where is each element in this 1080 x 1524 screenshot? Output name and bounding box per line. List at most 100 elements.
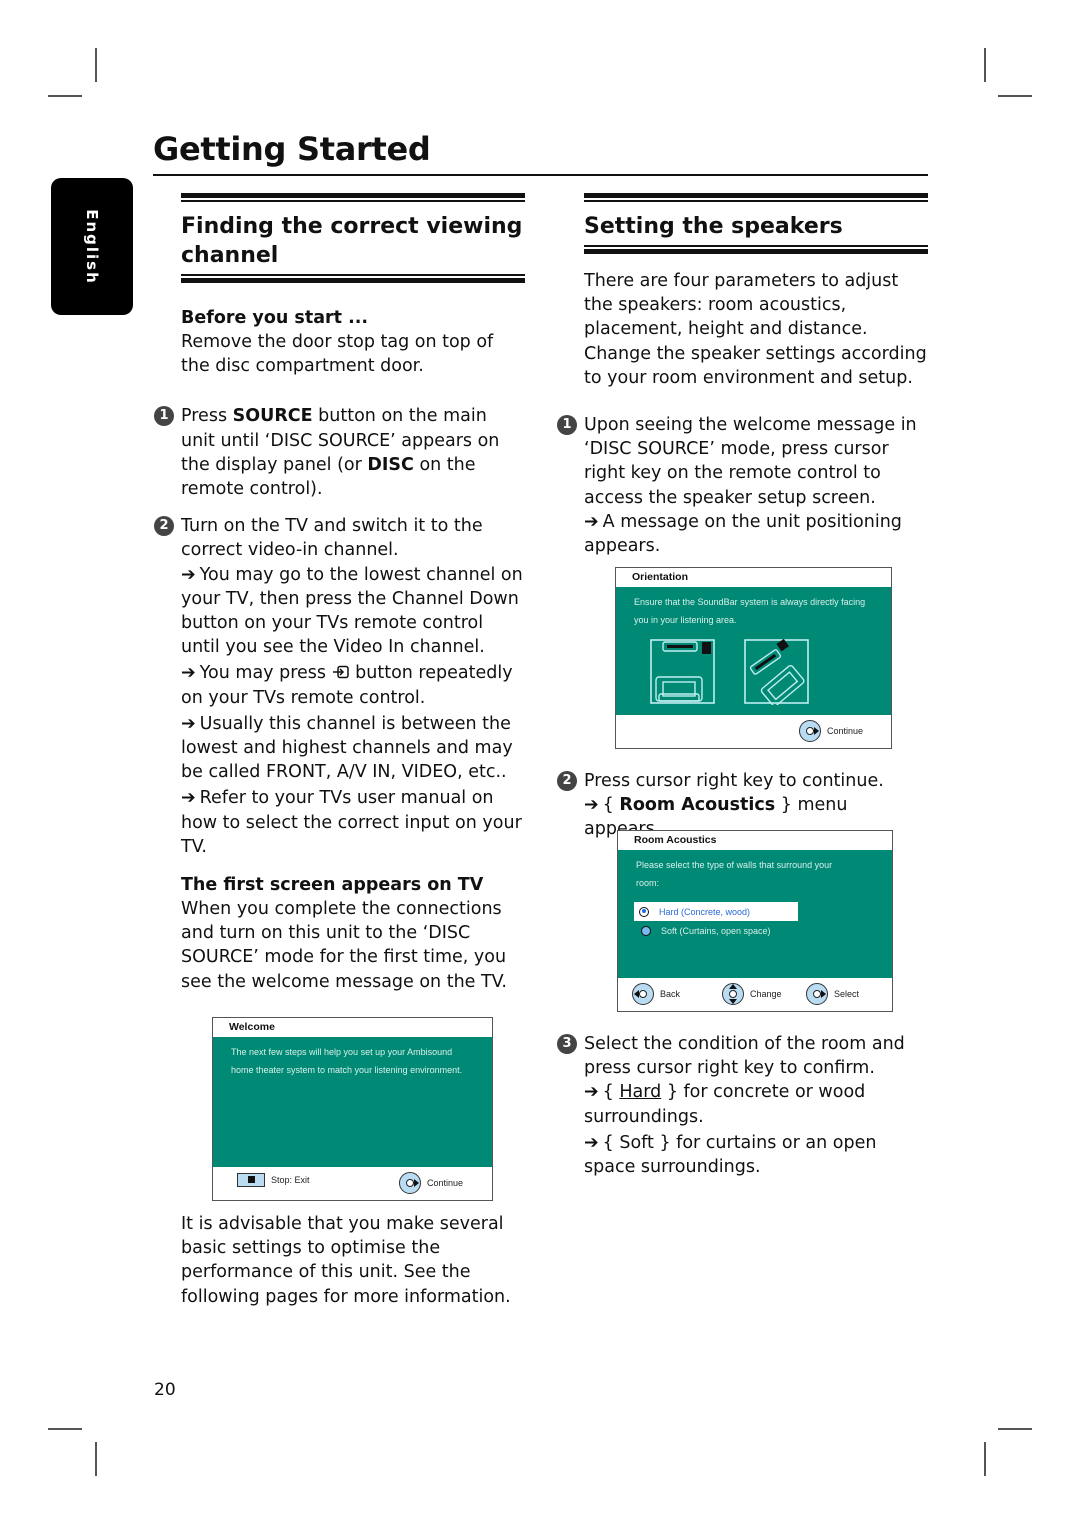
continue-label: Continue [827,726,864,736]
arrow-icon: ➔ [584,511,599,532]
step-number: 3 [557,1034,577,1054]
section-header: Setting the speakers [584,193,928,254]
option-soft[interactable]: Soft (Curtains, open space) [636,921,874,940]
default-option: Hard [619,1082,662,1103]
result-text: A message on the unit positioning appear… [584,511,902,557]
crop-mark [998,1428,1032,1430]
screen-body: Ensure that the SoundBar system is alway… [616,587,891,715]
step-number: 2 [154,516,174,537]
result-text: Refer to your TVs user manual on how to … [181,788,522,857]
arrow-icon: ➔ [584,795,599,816]
step-text: Turn on the TV and switch it to the corr… [181,516,483,561]
stop-exit-button[interactable]: Stop: Exit [237,1173,310,1187]
result-text: { Soft } for curtains or an open space s… [584,1132,877,1178]
divider [181,193,525,198]
result-item: ➔ You may go to the lowest channel on you… [181,563,525,660]
before-start-heading: Before you start ... [181,308,369,328]
back-button[interactable]: Back [632,983,680,1005]
step-text: Upon seeing the welcome message in ‘DISC… [584,415,917,508]
crop-mark [998,95,1032,97]
crop-mark [48,95,82,97]
change-button[interactable]: Change [722,983,782,1005]
option-hard[interactable]: Hard (Concrete, wood) [634,902,798,921]
select-button[interactable]: Select [806,983,859,1005]
section-title: Setting the speakers [584,214,843,239]
screen-title: Orientation [632,571,689,583]
before-start-text: Remove the door stop tag on top of the d… [181,332,494,377]
result-item: ➔ Refer to your TVs user manual on how to… [181,786,525,859]
continue-button[interactable]: Continue [399,1172,463,1194]
crop-mark [984,48,986,82]
step-number: 1 [557,415,577,436]
screen-title: Welcome [229,1021,275,1033]
dpad-right-icon [799,720,821,742]
first-screen-text: When you complete the connections and tu… [181,899,507,992]
step-1: 1 Upon seeing the welcome message in ‘DI… [557,413,928,558]
result-item: ➔{ Hard } for concrete or wood surroundi… [584,1080,928,1128]
radio-unselected-icon [641,925,651,936]
divider [584,193,928,198]
result-item: ➔{ Soft } for curtains or an open space … [584,1131,928,1179]
section-header: Finding the correct viewing channel [181,193,525,283]
language-tab: English [51,178,133,315]
step-number: 2 [557,771,577,791]
first-screen-heading: The first screen appears on TV [181,875,484,896]
divider [181,278,525,283]
stop-exit-label: Stop: Exit [271,1175,310,1185]
result-text: { [602,1082,620,1103]
section-title: Finding the correct viewing channel [181,214,523,268]
options-list: Hard (Concrete, wood) Soft (Curtains, op… [634,902,874,940]
change-label: Change [750,989,782,999]
dpad-right-icon [399,1172,421,1194]
result-text: You may go to the lowest channel on your… [181,564,523,658]
crop-mark [48,1428,82,1430]
result-text: { [602,795,620,816]
continue-button[interactable]: Continue [799,720,863,742]
screen-body: Please select the type of walls that sur… [618,850,892,978]
screen-footer: Continue [616,715,891,749]
screen-title: Room Acoustics [634,834,717,846]
crop-mark [95,1442,97,1476]
crop-mark [984,1442,986,1476]
crop-mark [95,48,97,82]
result-text: Usually this channel is between the lowe… [181,713,513,783]
right-column: Setting the speakers There are four para… [557,193,928,558]
step-1: 1 Press SOURCE button on the main unit u… [154,404,525,501]
arrow-icon: ➔ [584,1082,599,1103]
arrow-icon: ➔ [181,564,196,585]
step-text: Press [181,406,233,427]
screen-footer: Stop: Exit Continue [213,1167,492,1201]
screen-body-text: Ensure that the SoundBar system is alway… [634,597,866,625]
divider [584,249,928,254]
title-divider [153,174,928,176]
divider [181,274,525,276]
step-number: 1 [154,406,174,427]
back-label: Back [660,989,681,999]
source-key: SOURCE [232,406,313,427]
menu-name: Room Acoustics [619,795,776,816]
radio-selected-icon [639,906,649,917]
page-number: 20 [154,1380,176,1400]
select-label: Select [834,989,860,999]
orientation-screen: Orientation Ensure that the SoundBar sys… [615,567,892,749]
dpad-updown-icon [722,983,744,1005]
closing-text: It is advisable that you make several ba… [181,1214,511,1307]
dpad-left-icon [632,983,654,1005]
arrow-icon: ➔ [181,663,196,684]
language-label: English [83,208,101,285]
arrow-icon: ➔ [181,713,196,734]
step-text: Press cursor right key to continue. [584,771,884,791]
result-text: You may press [199,663,332,684]
divider [584,245,928,247]
arrow-icon: ➔ [584,1132,599,1153]
page-title: Getting Started [153,130,431,168]
screen-footer: Back Change Select [618,978,892,1012]
intro-text: There are four parameters to adjust the … [584,271,927,388]
welcome-screen: Welcome The next few steps will help you… [212,1017,493,1201]
step-text: Select the condition of the room and pre… [584,1034,905,1079]
step-2: 2 Turn on the TV and switch it to the co… [154,514,525,859]
option-label: Hard (Concrete, wood) [659,906,751,917]
step-3: 3 Select the condition of the room and p… [557,1032,928,1179]
screen-body-text: Please select the type of walls that sur… [636,860,833,888]
continue-label: Continue [427,1178,464,1188]
